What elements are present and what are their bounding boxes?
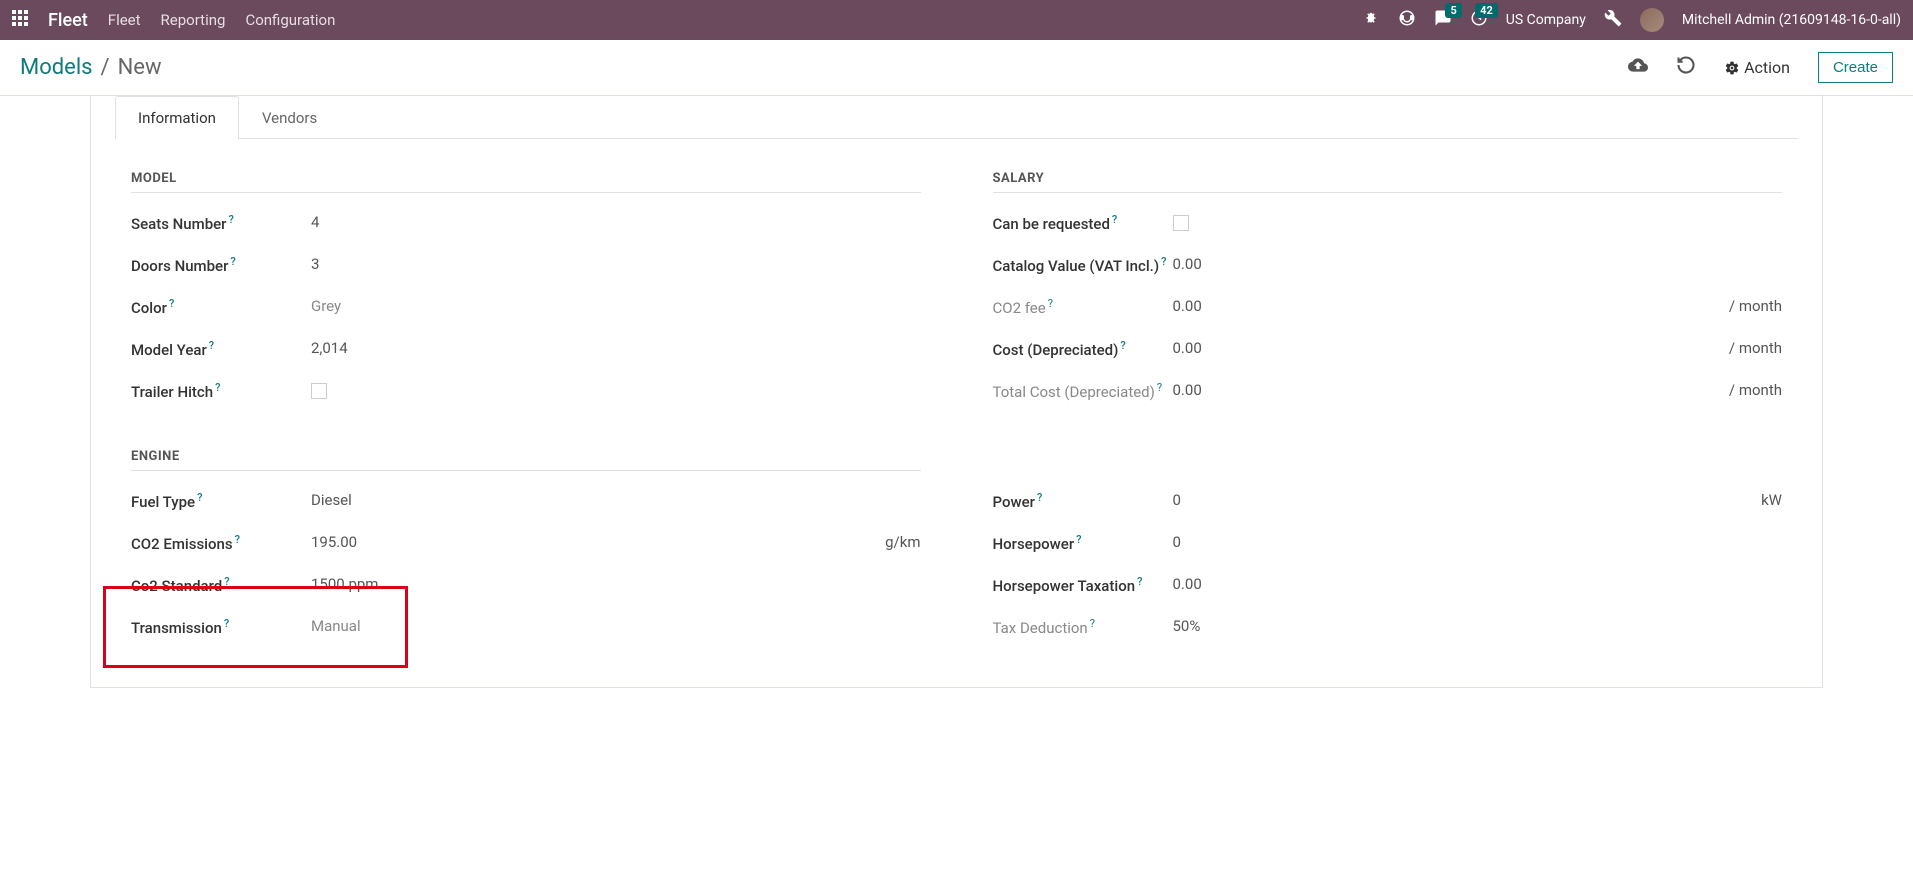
hp-label: Horsepower: [993, 535, 1075, 553]
fuel-label: Fuel Type: [131, 493, 195, 511]
co2s-label: Co2 Standard: [131, 577, 222, 595]
taxded-value: 50%: [1173, 615, 1783, 635]
cloud-upload-icon[interactable]: [1628, 55, 1648, 80]
help-icon[interactable]: ?: [1090, 617, 1095, 630]
help-icon[interactable]: ?: [209, 339, 214, 352]
trailer-checkbox[interactable]: [311, 383, 327, 399]
seats-label: Seats Number: [131, 215, 226, 233]
company-switcher[interactable]: US Company: [1506, 12, 1586, 28]
tabs: Information Vendors: [115, 96, 1798, 139]
activity-badge: 42: [1475, 3, 1498, 18]
co2fee-unit: / month: [1729, 295, 1782, 315]
control-panel: Models / New Action Create: [0, 40, 1913, 96]
color-label: Color: [131, 299, 167, 317]
fuel-value[interactable]: Diesel: [311, 489, 921, 509]
section-engine: ENGINE: [131, 449, 921, 471]
form-sheet: Information Vendors MODEL Seats Number? …: [90, 96, 1823, 688]
co2fee-value: 0.00: [1173, 295, 1719, 315]
doors-value[interactable]: 3: [311, 253, 921, 273]
tab-information[interactable]: Information: [115, 96, 239, 139]
top-navbar: Fleet Fleet Reporting Configuration 5 42…: [0, 0, 1913, 40]
section-salary: SALARY: [993, 171, 1783, 193]
app-brand[interactable]: Fleet: [48, 10, 88, 31]
help-icon[interactable]: ?: [1076, 533, 1081, 546]
help-icon[interactable]: ?: [1157, 381, 1162, 394]
color-value[interactable]: Grey: [311, 295, 921, 315]
help-icon[interactable]: ?: [1112, 213, 1117, 226]
support-icon[interactable]: [1398, 9, 1416, 31]
year-label: Model Year: [131, 341, 207, 359]
help-icon[interactable]: ?: [1048, 297, 1053, 310]
co2e-unit: g/km: [885, 531, 920, 551]
co2s-value[interactable]: 1500 ppm: [311, 573, 921, 593]
cost-label: Cost (Depreciated): [993, 341, 1119, 359]
hptax-value[interactable]: 0.00: [1173, 573, 1783, 593]
create-button[interactable]: Create: [1818, 52, 1893, 83]
seats-value[interactable]: 4: [311, 211, 921, 231]
help-icon[interactable]: ?: [1137, 575, 1142, 588]
cost-unit: / month: [1729, 337, 1782, 357]
breadcrumb-current: New: [118, 55, 162, 80]
total-unit: / month: [1729, 379, 1782, 399]
nav-reporting[interactable]: Reporting: [161, 11, 226, 29]
help-icon[interactable]: ?: [228, 213, 233, 226]
co2e-value[interactable]: 195.00: [311, 531, 875, 551]
total-value: 0.00: [1173, 379, 1719, 399]
breadcrumb-models[interactable]: Models: [20, 55, 93, 80]
co2e-label: CO2 Emissions: [131, 535, 233, 553]
help-icon[interactable]: ?: [1161, 255, 1166, 268]
help-icon[interactable]: ?: [215, 381, 220, 394]
help-icon[interactable]: ?: [197, 491, 202, 504]
trans-value[interactable]: Manual: [311, 615, 921, 635]
taxded-label: Tax Deduction: [993, 619, 1088, 637]
canreq-checkbox[interactable]: [1173, 215, 1189, 231]
help-icon[interactable]: ?: [169, 297, 174, 310]
power-label: Power: [993, 493, 1035, 511]
year-value[interactable]: 2,014: [311, 337, 921, 357]
power-unit: kW: [1761, 489, 1782, 509]
co2fee-label: CO2 fee: [993, 299, 1046, 317]
tab-vendors[interactable]: Vendors: [239, 96, 340, 139]
apps-icon[interactable]: [12, 10, 28, 30]
canreq-label: Can be requested: [993, 215, 1110, 233]
doors-label: Doors Number: [131, 257, 228, 275]
trailer-label: Trailer Hitch: [131, 383, 213, 401]
total-label: Total Cost (Depreciated): [993, 383, 1155, 401]
action-dropdown[interactable]: Action: [1724, 58, 1790, 77]
help-icon[interactable]: ?: [230, 255, 235, 268]
undo-icon[interactable]: [1676, 55, 1696, 80]
avatar[interactable]: [1640, 8, 1664, 32]
messages-badge: 5: [1445, 3, 1461, 18]
nav-fleet[interactable]: Fleet: [108, 11, 141, 29]
help-icon[interactable]: ?: [1037, 491, 1042, 504]
messages-icon[interactable]: 5: [1434, 9, 1452, 31]
help-icon[interactable]: ?: [1120, 339, 1125, 352]
activity-icon[interactable]: 42: [1470, 9, 1488, 31]
catalog-label: Catalog Value (VAT Incl.): [993, 257, 1160, 275]
user-menu[interactable]: Mitchell Admin (21609148-16-0-all): [1682, 12, 1901, 28]
cost-value[interactable]: 0.00: [1173, 337, 1719, 357]
hp-value[interactable]: 0: [1173, 531, 1783, 551]
tools-icon[interactable]: [1604, 9, 1622, 31]
catalog-value[interactable]: 0.00: [1173, 253, 1783, 273]
section-model: MODEL: [131, 171, 921, 193]
bug-icon[interactable]: [1362, 9, 1380, 31]
help-icon[interactable]: ?: [224, 617, 229, 630]
breadcrumb: Models / New: [20, 55, 162, 80]
nav-configuration[interactable]: Configuration: [245, 11, 335, 29]
action-label: Action: [1744, 58, 1790, 77]
breadcrumb-separator: /: [101, 55, 110, 80]
trans-label: Transmission: [131, 619, 222, 637]
power-value[interactable]: 0: [1173, 489, 1752, 509]
hptax-label: Horsepower Taxation: [993, 577, 1136, 595]
help-icon[interactable]: ?: [224, 575, 229, 588]
help-icon[interactable]: ?: [235, 533, 240, 546]
